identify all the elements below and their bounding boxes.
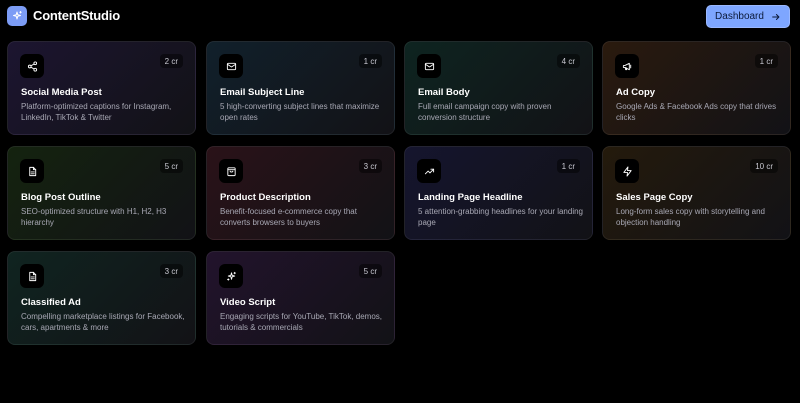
credit-badge: 3 cr <box>358 159 382 173</box>
card-description: Engaging scripts for YouTube, TikTok, de… <box>220 312 383 332</box>
share-icon <box>20 54 44 78</box>
dashboard-button[interactable]: Dashboard <box>706 5 790 28</box>
lightning-icon <box>615 159 639 183</box>
card-description: SEO-optimized structure with H1, H2, H3 … <box>21 207 167 227</box>
card-description: 5 attention-grabbing headlines for your … <box>418 207 584 227</box>
card-description: Compelling marketplace listings for Face… <box>21 312 185 332</box>
shopping-bag-icon <box>219 159 243 183</box>
credit-badge: 1 cr <box>358 54 382 68</box>
credit-badge: 3 cr <box>159 264 183 278</box>
sparkles-icon <box>7 6 27 26</box>
card-title: Product Description <box>220 192 311 203</box>
template-card[interactable]: 1 cr Email Subject Line 5 high-converting … <box>206 41 395 135</box>
card-description: Platform-optimized captions for Instagra… <box>21 102 172 122</box>
template-card[interactable]: 3 cr Classified Ad Compelling marketplace … <box>7 251 196 345</box>
card-description: Full email campaign copy with proven con… <box>418 102 552 122</box>
credit-badge: 4 cr <box>556 54 580 68</box>
credit-badge: 5 cr <box>159 159 183 173</box>
card-title: Landing Page Headline <box>418 192 523 203</box>
sparkles-icon <box>219 264 243 288</box>
card-title: Sales Page Copy <box>616 192 693 203</box>
mail-icon <box>219 54 243 78</box>
megaphone-icon <box>615 54 639 78</box>
template-card[interactable]: 10 cr Sales Page Copy Long-form sales copy… <box>602 146 791 240</box>
card-title: Classified Ad <box>21 297 81 308</box>
credit-badge: 10 cr <box>750 159 778 173</box>
dashboard-button-label: Dashboard <box>715 11 764 22</box>
document-icon <box>20 159 44 183</box>
template-card[interactable]: 5 cr Video Script Engaging scripts for You… <box>206 251 395 345</box>
card-title: Blog Post Outline <box>21 192 101 203</box>
credit-badge: 1 cr <box>754 54 778 68</box>
template-card[interactable]: 5 cr Blog Post Outline SEO-optimized struc… <box>7 146 196 240</box>
card-title: Ad Copy <box>616 87 656 98</box>
template-card[interactable]: 4 cr Email Body Full email campaign copy w… <box>404 41 593 135</box>
card-description: Benefit-focused e-commerce copy that con… <box>220 207 357 227</box>
template-card[interactable]: 3 cr Product Description Benefit-focused e… <box>206 146 395 240</box>
credit-badge: 5 cr <box>358 264 382 278</box>
mail-icon <box>417 54 441 78</box>
card-title: Email Subject Line <box>220 87 305 98</box>
document-icon <box>20 264 44 288</box>
template-card[interactable]: 2 cr Social Media Post Platform-optimized … <box>7 41 196 135</box>
arrow-right-icon <box>772 13 780 20</box>
credit-badge: 1 cr <box>556 159 580 173</box>
card-description: Long-form sales copy with storytelling a… <box>616 207 765 227</box>
card-title: Social Media Post <box>21 87 102 98</box>
brand-name: ContentStudio <box>33 8 120 23</box>
credit-badge: 2 cr <box>159 54 183 68</box>
card-title: Email Body <box>418 87 470 98</box>
card-description: Google Ads & Facebook Ads copy that driv… <box>616 102 777 122</box>
template-card[interactable]: 1 cr Ad Copy Google Ads & Facebook Ads cop… <box>602 41 791 135</box>
template-card[interactable]: 1 cr Landing Page Headline 5 attention-gra… <box>404 146 593 240</box>
card-description: 5 high-converting subject lines that max… <box>220 102 380 122</box>
trending-up-icon <box>417 159 441 183</box>
card-title: Video Script <box>220 297 276 308</box>
app-header: ContentStudio Dashboard <box>0 0 800 34</box>
